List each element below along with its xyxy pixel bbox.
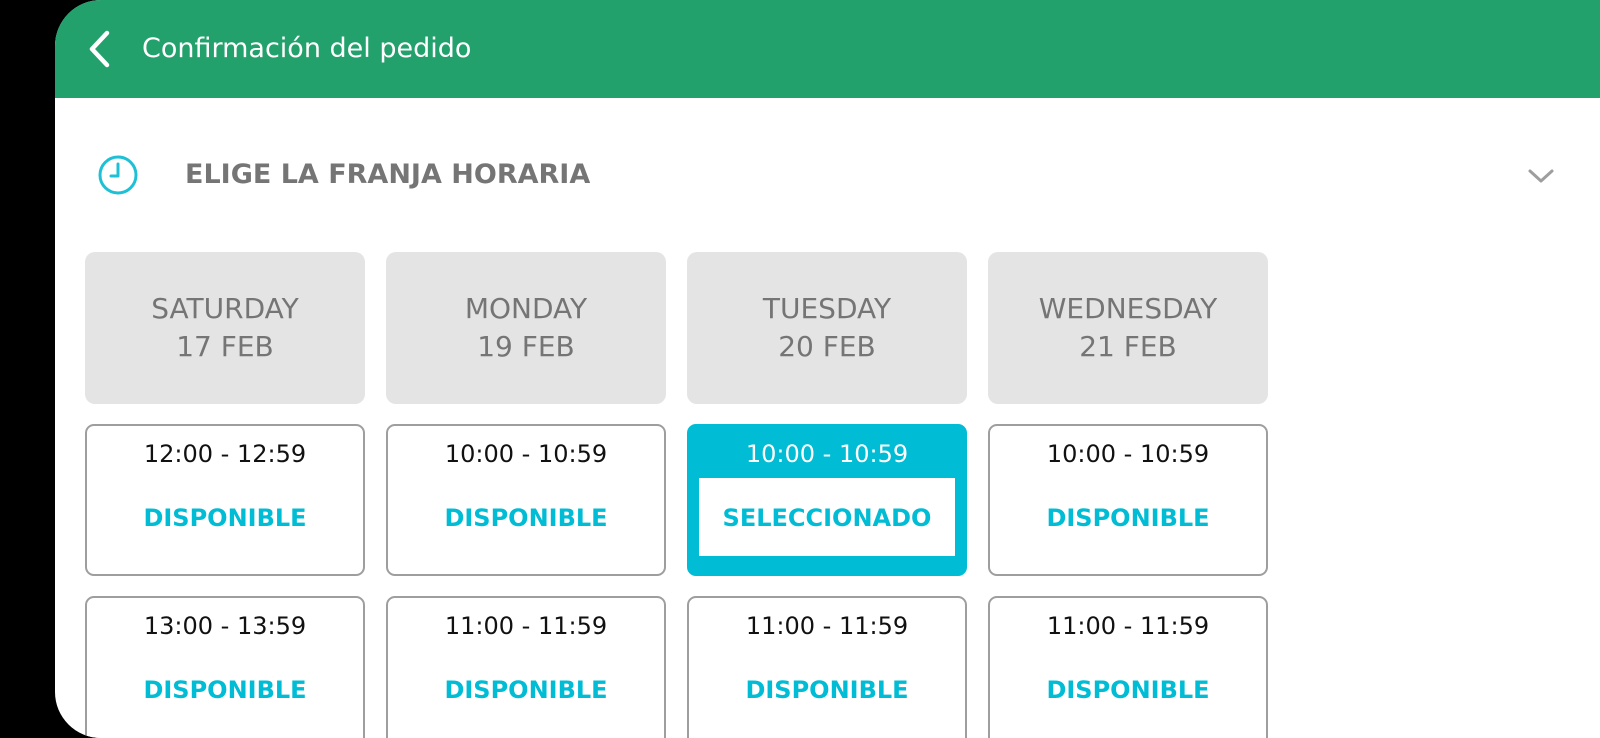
time-slot-card[interactable]: 12:00 - 12:59 DISPONIBLE [85,424,365,576]
slot-status: DISPONIBLE [444,504,608,532]
chevron-down-icon[interactable] [1526,161,1556,191]
day-column-wednesday: WEDNESDAY 21 FEB 10:00 - 10:59 DISPONIBL… [988,252,1268,738]
section-title: ELIGE LA FRANJA HORARIA [185,159,591,190]
day-date: 17 FEB [176,330,274,363]
slot-status: DISPONIBLE [1046,676,1210,704]
clock-icon [98,155,138,195]
slot-status: DISPONIBLE [143,676,307,704]
slot-time: 10:00 - 10:59 [1046,440,1210,468]
time-slot-card[interactable]: 11:00 - 11:59 DISPONIBLE [687,596,967,738]
slot-time: 11:00 - 11:59 [745,612,909,640]
day-weekday: TUESDAY [762,292,892,325]
time-slot-card[interactable]: 10:00 - 10:59 DISPONIBLE [988,424,1268,576]
slot-status: DISPONIBLE [444,676,608,704]
day-header[interactable]: MONDAY 19 FEB [386,252,666,404]
slot-status: DISPONIBLE [1046,504,1210,532]
day-date: 19 FEB [477,330,575,363]
time-slot-card[interactable]: 13:00 - 13:59 DISPONIBLE [85,596,365,738]
time-slot-card[interactable]: 10:00 - 10:59 DISPONIBLE [386,424,666,576]
time-slot-card[interactable]: 11:00 - 11:59 DISPONIBLE [386,596,666,738]
chevron-left-icon [89,30,110,68]
slot-time: 10:00 - 10:59 [745,440,909,468]
app-bar: Confirmación del pedido [55,0,1600,98]
day-header[interactable]: WEDNESDAY 21 FEB [988,252,1268,404]
day-weekday: MONDAY [464,292,588,325]
day-column-saturday: SATURDAY 17 FEB 12:00 - 12:59 DISPONIBLE… [85,252,365,738]
slot-time: 11:00 - 11:59 [444,612,608,640]
slot-time: 12:00 - 12:59 [143,440,307,468]
app-screen: Confirmación del pedido ELIGE LA FRANJA … [55,0,1600,738]
time-slot-section-header[interactable]: ELIGE LA FRANJA HORARIA [55,130,1600,220]
time-slot-card[interactable]: 11:00 - 11:59 DISPONIBLE [988,596,1268,738]
day-header[interactable]: SATURDAY 17 FEB [85,252,365,404]
day-header[interactable]: TUESDAY 20 FEB [687,252,967,404]
day-date: 20 FEB [778,330,876,363]
slot-status: SELECCIONADO [722,504,932,532]
day-date: 21 FEB [1079,330,1177,363]
page-title: Confirmación del pedido [142,33,472,64]
day-column-monday: MONDAY 19 FEB 10:00 - 10:59 DISPONIBLE 1… [386,252,666,738]
slot-status: DISPONIBLE [143,504,307,532]
day-weekday: WEDNESDAY [1038,292,1218,325]
time-slot-card-selected[interactable]: 10:00 - 10:59 SELECCIONADO [687,424,967,576]
slot-time: 13:00 - 13:59 [143,612,307,640]
slot-time: 10:00 - 10:59 [444,440,608,468]
slot-time: 11:00 - 11:59 [1046,612,1210,640]
day-column-tuesday: TUESDAY 20 FEB 10:00 - 10:59 SELECCIONAD… [687,252,967,738]
day-weekday: SATURDAY [151,292,299,325]
back-button[interactable] [83,28,123,70]
slot-status: DISPONIBLE [745,676,909,704]
